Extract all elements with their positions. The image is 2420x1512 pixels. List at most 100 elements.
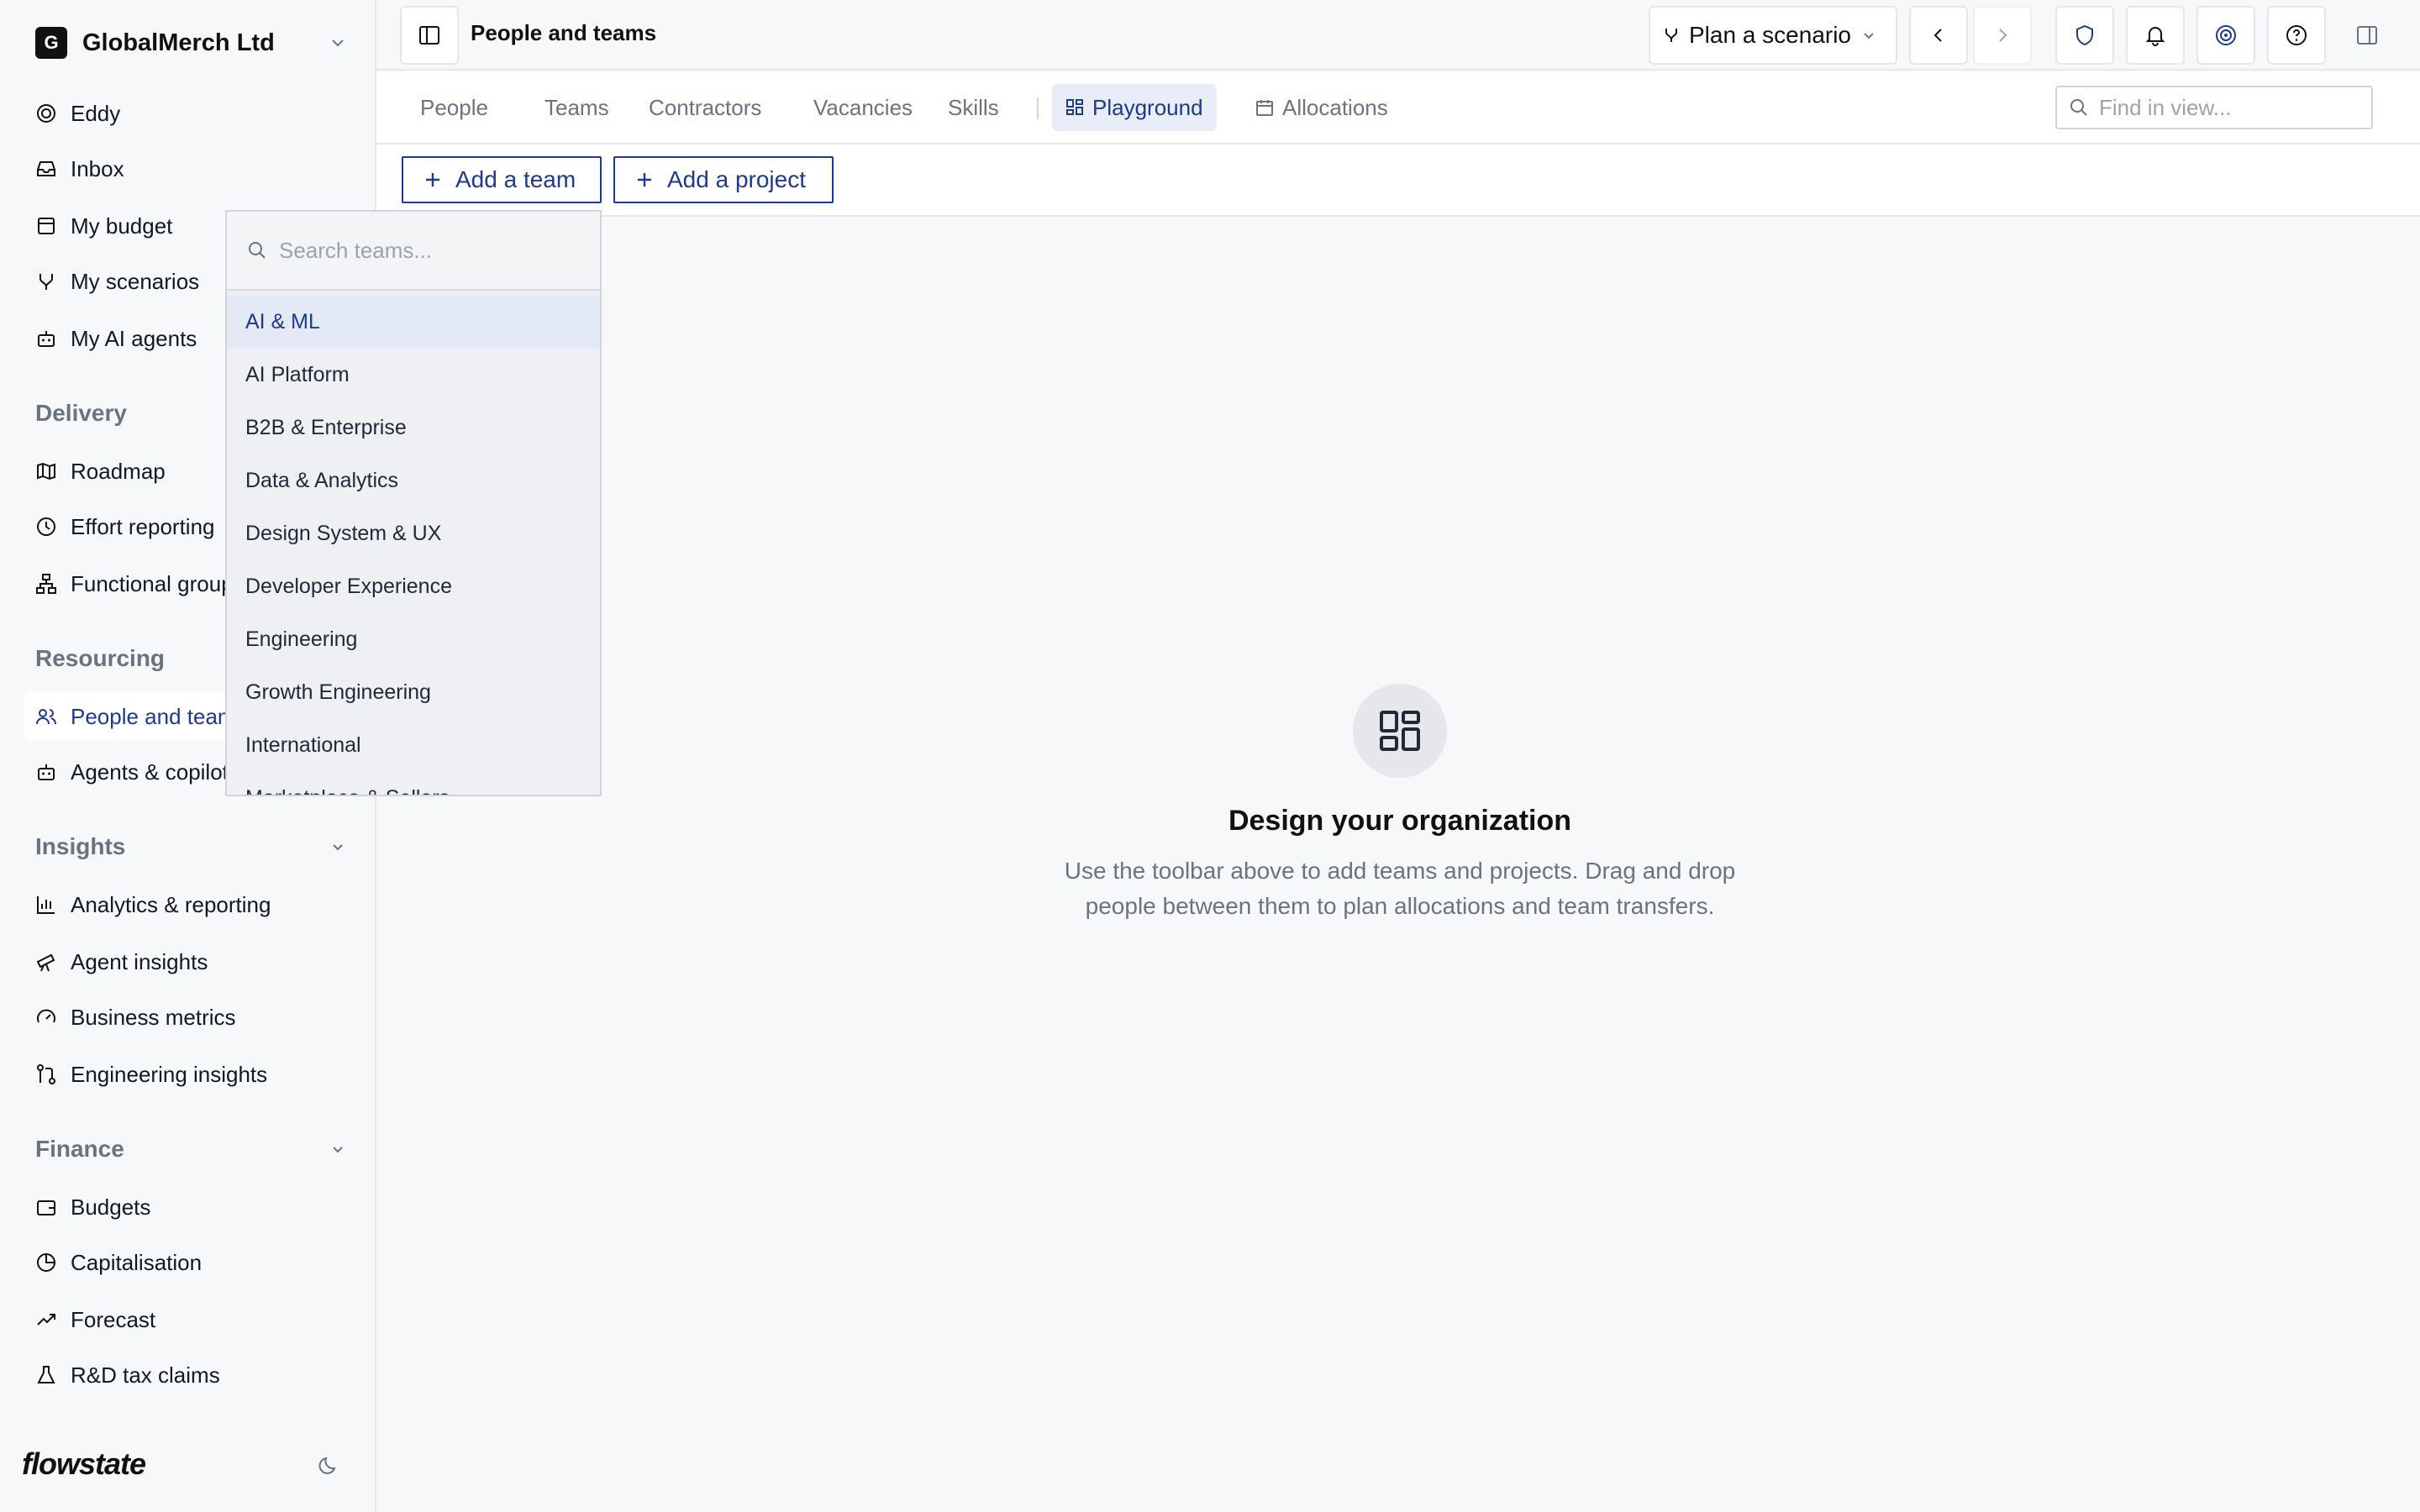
tab-contractors[interactable]: Contractors [635,84,775,131]
team-option[interactable]: B2B & Enterprise [227,402,600,454]
sidebar-item-label: Inbox [71,155,124,181]
sidebar-item-label: Eddy [71,100,121,126]
team-option[interactable]: Engineering [227,613,600,666]
sidebar-item-eddy[interactable]: Eddy [24,89,353,138]
team-option[interactable]: Design System & UX [227,507,600,560]
team-option[interactable]: AI & ML [227,296,600,349]
people-icon [36,709,56,725]
team-search-input[interactable] [279,237,581,264]
add-team-button[interactable]: Add a team [402,156,602,203]
team-list: AI & ML AI Platform B2B & Enterprise Dat… [227,292,600,795]
sidebar-item-label: Analytics & reporting [71,891,271,917]
tab-people[interactable]: People [407,84,502,131]
chevron-down-icon [1864,33,1874,39]
sidebar-item-label: My scenarios [71,268,200,294]
tab-label: People [420,94,488,120]
bar-chart-icon [37,896,55,914]
sidebar-item-label: Agent insights [71,948,208,974]
sidebar-item-rd-tax-claims[interactable]: R&D tax claims [24,1351,353,1399]
plan-scenario-label: Plan a scenario [1689,22,1852,48]
empty-state-description: Use the toolbar above to add teams and p… [1064,858,1736,919]
budget-icon [38,218,55,234]
scenario-branch-icon [39,274,53,290]
org-name: GlobalMerch Ltd [82,29,275,56]
chevron-down-icon [332,39,344,47]
add-project-label: Add a project [667,166,806,192]
back-button[interactable] [1909,6,1968,65]
tab-label: Playground [1092,94,1203,120]
team-option[interactable]: Developer Experience [227,560,600,613]
section-heading-insights[interactable]: Insights [35,833,346,860]
git-compare-icon [37,1064,55,1084]
sidebar-item-label: R&D tax claims [71,1362,220,1388]
org-logo: G [35,27,67,59]
sidebar-item-engineering-insights[interactable]: Engineering insights [24,1050,353,1099]
trend-up-icon [37,1314,55,1326]
pie-icon [37,1253,55,1272]
empty-state-title: Design your organization [1228,805,1572,837]
sidebar-item-forecast[interactable]: Forecast [24,1295,353,1344]
tab-skills[interactable]: Skills [934,84,1013,131]
toggle-sidebar-button[interactable] [400,6,459,65]
find-input[interactable] [2099,94,2351,121]
sidebar-item-business-metrics[interactable]: Business metrics [24,993,353,1042]
team-option[interactable]: Data & Analytics [227,454,600,507]
tab-label: Allocations [1282,94,1388,120]
robot-icon [38,331,55,347]
sidebar-item-label: Engineering insights [71,1061,268,1087]
right-panel-icon [2357,26,2377,45]
section-heading-label: Insights [35,833,126,859]
help-button[interactable] [2267,6,2326,65]
view-tabs: People Teams Contractors Vacancies Skill… [376,72,2420,144]
team-option[interactable]: International [227,719,600,772]
security-button[interactable] [2055,6,2114,65]
section-heading-label: Finance [35,1136,124,1162]
chevron-down-icon [333,1147,343,1153]
add-team-label: Add a team [455,166,576,192]
sidebar-item-label: Budgets [71,1194,151,1220]
eddy-assistant-button[interactable] [2196,6,2255,65]
plan-scenario-button[interactable]: Plan a scenario [1649,6,1897,65]
eddy-spiral-icon [37,104,55,123]
team-option[interactable]: AI Platform [227,349,600,402]
tab-vacancies[interactable]: Vacancies [800,84,926,131]
section-heading-finance[interactable]: Finance [35,1136,346,1163]
sidebar-item-analytics-reporting[interactable]: Analytics & reporting [24,880,353,929]
org-switcher[interactable]: G GlobalMerch Ltd [35,27,346,59]
sidebar-item-agent-insights[interactable]: Agent insights [24,937,353,986]
toggle-right-panel-button[interactable] [2338,6,2396,65]
moon-icon[interactable] [318,1453,341,1477]
team-option[interactable]: Marketplace & Sellers [227,772,600,795]
calendar-icon [1256,100,1273,116]
forward-button[interactable] [1973,6,2032,65]
sidebar-item-budgets[interactable]: Budgets [24,1183,353,1231]
add-project-button[interactable]: Add a project [613,156,834,203]
telescope-icon [36,953,55,972]
team-option[interactable]: Growth Engineering [227,666,600,719]
inbox-icon [37,161,55,176]
shield-icon [2076,24,2093,46]
search-icon [249,242,266,259]
team-search[interactable] [227,212,600,291]
sidebar-item-label: Effort reporting [71,513,215,539]
eddy-spiral-icon [2216,25,2236,45]
tab-playground[interactable]: Playground [1052,84,1217,131]
sidebar-item-label: My budget [71,213,173,239]
flask-icon [37,1366,55,1383]
search-icon [2070,99,2087,116]
plus-icon [426,173,439,186]
tab-allocations[interactable]: Allocations [1242,84,1402,131]
find-in-view[interactable] [2055,86,2373,129]
section-heading-label: Resourcing [35,645,166,671]
chevron-down-icon [333,844,343,851]
page-title: People and teams [471,20,657,45]
sidebar-item-capitalisation[interactable]: Capitalisation [24,1238,353,1287]
team-picker-dropdown: AI & ML AI Platform B2B & Enterprise Dat… [225,210,602,796]
sidebar-item-label: Capitalisation [71,1249,203,1275]
sidebar-item-label: Business metrics [71,1004,236,1030]
bell-icon [2145,27,2165,46]
tab-teams[interactable]: Teams [531,84,623,131]
notifications-button[interactable] [2126,6,2185,65]
sidebar-item-inbox[interactable]: Inbox [24,144,353,193]
tab-label: Skills [948,94,999,120]
